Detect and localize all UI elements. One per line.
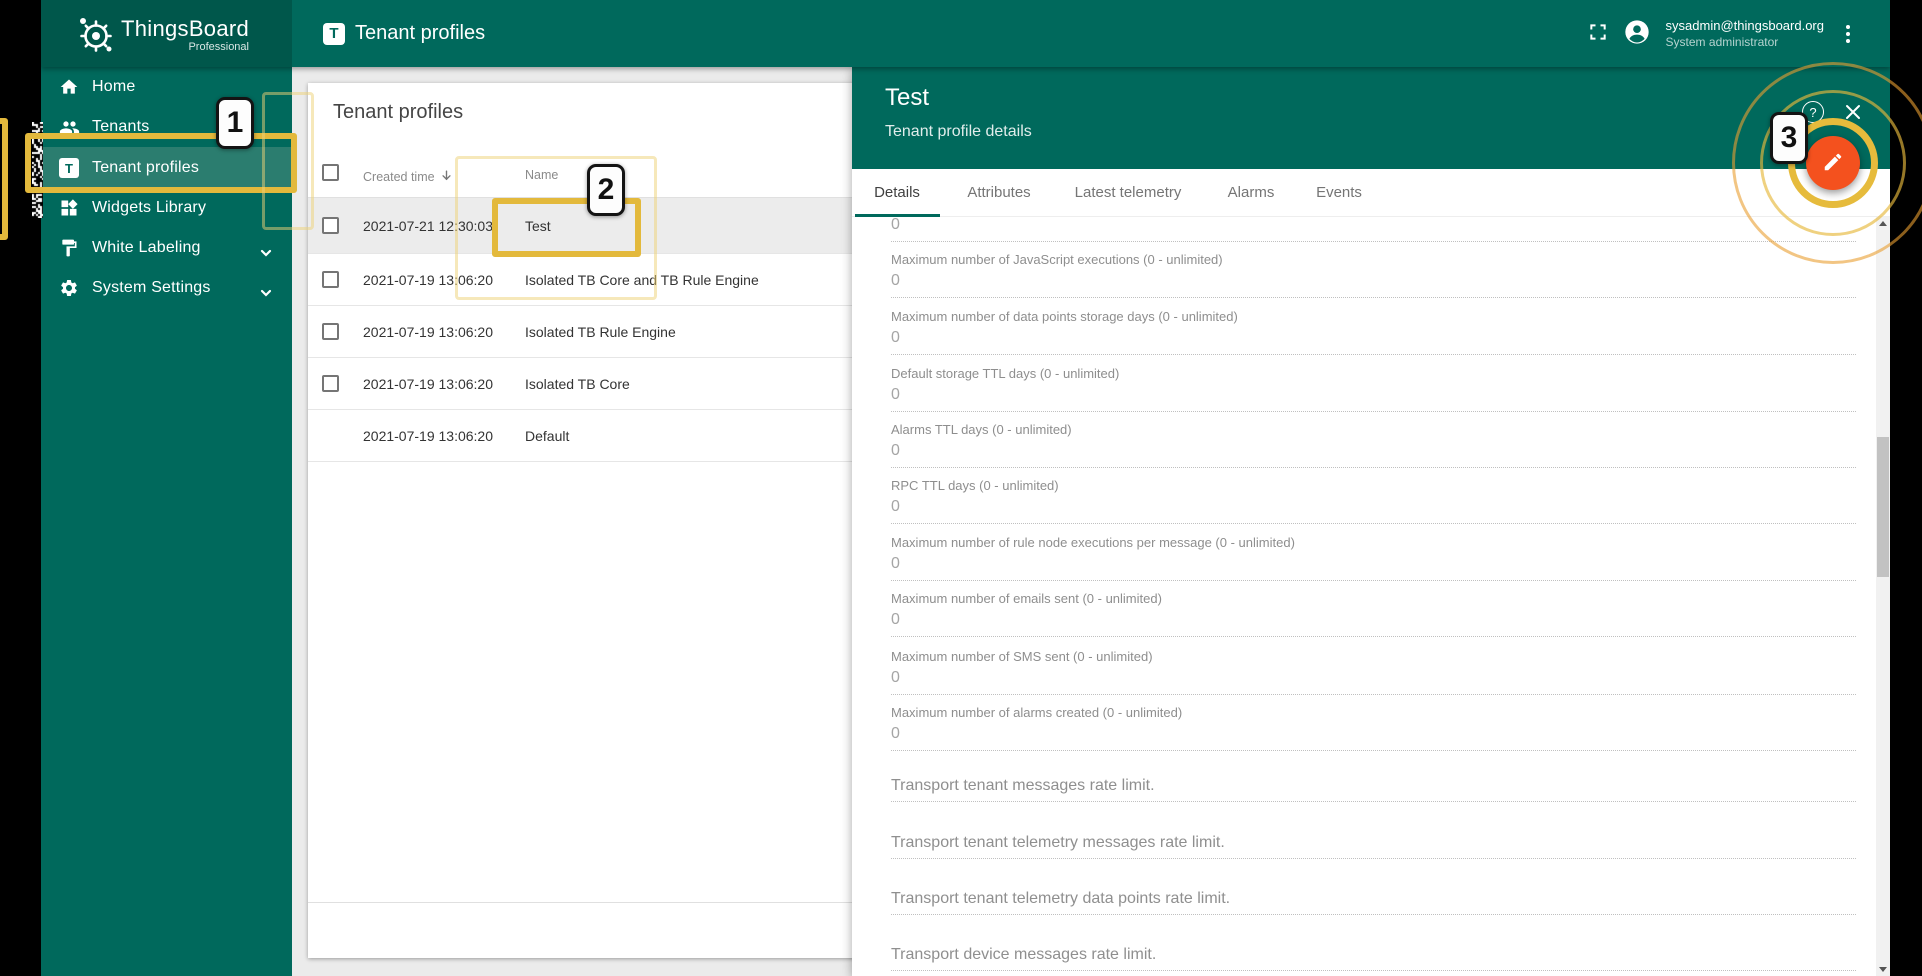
row-checkbox[interactable] <box>322 375 339 392</box>
field-partial: 0 <box>891 217 1856 242</box>
column-header-created-time[interactable]: Created time <box>363 168 454 186</box>
sidebar-item-white-labeling[interactable]: White Labeling <box>41 228 292 268</box>
tab-events[interactable]: Events <box>1316 184 1362 201</box>
field-transport-device-msg-rate: Transport device messages rate limit. <box>891 946 1856 971</box>
row-checkbox[interactable] <box>322 217 339 234</box>
sidebar-item-tenants[interactable]: Tenants <box>41 107 292 147</box>
edit-button[interactable] <box>1806 136 1860 190</box>
tenant-profiles-page-icon: T <box>323 22 345 45</box>
row-checkbox[interactable] <box>322 323 339 340</box>
field-max-js-executions: Maximum number of JavaScript executions … <box>891 252 1856 298</box>
user-avatar[interactable] <box>1621 18 1653 50</box>
fullscreen-button[interactable] <box>1581 17 1615 51</box>
sidebar-item-home[interactable]: Home <box>41 67 292 107</box>
field-max-emails-sent: Maximum number of emails sent (0 - unlim… <box>891 591 1856 637</box>
detail-form: 0 Maximum number of JavaScript execution… <box>852 217 1876 976</box>
more-menu-button[interactable] <box>1838 17 1858 51</box>
field-rpc-ttl: RPC TTL days (0 - unlimited) 0 <box>891 478 1856 524</box>
account-circle-icon <box>1623 18 1651 49</box>
tenant-profile-details-panel: Test Tenant profile details ? Details At… <box>852 67 1890 976</box>
pencil-icon <box>1822 151 1844 176</box>
page-title: Tenant profiles <box>355 22 486 44</box>
field-transport-tenant-telemetry-msg-rate: Transport tenant telemetry messages rate… <box>891 834 1856 859</box>
topbar: ThingsBoard Professional T Tenant profil… <box>41 0 1890 67</box>
chevron-down-icon <box>260 284 272 302</box>
field-max-datapoints-storage-days: Maximum number of data points storage da… <box>891 309 1856 355</box>
scrollbar-down-arrow[interactable] <box>1876 962 1890 976</box>
left-black-bar <box>0 0 41 976</box>
field-max-alarms-created: Maximum number of alarms created (0 - un… <box>891 705 1856 751</box>
help-button[interactable]: ? <box>1802 101 1824 123</box>
scrollbar-up-arrow[interactable] <box>1876 217 1890 231</box>
right-black-bar <box>1890 0 1922 976</box>
sidebar-item-system-settings[interactable]: System Settings <box>41 268 292 308</box>
user-info[interactable]: sysadmin@thingsboard.org System administ… <box>1666 17 1824 50</box>
sidebar: Home Tenants T Tenant profiles Widgets L… <box>41 67 292 976</box>
field-alarms-ttl: Alarms TTL days (0 - unlimited) 0 <box>891 422 1856 468</box>
field-transport-tenant-telemetry-datapoints-rate: Transport tenant telemetry data points r… <box>891 890 1856 915</box>
detail-subtitle: Tenant profile details <box>885 123 1032 140</box>
close-button[interactable] <box>1843 103 1863 123</box>
detail-title: Test <box>885 84 930 111</box>
detail-scrollbar[interactable] <box>1876 217 1890 976</box>
field-default-storage-ttl: Default storage TTL days (0 - unlimited)… <box>891 366 1856 412</box>
breadcrumb: T Tenant profiles <box>323 0 485 67</box>
widgets-icon <box>58 197 80 219</box>
home-icon <box>58 76 80 98</box>
fullscreen-icon <box>1588 22 1608 45</box>
tab-attributes[interactable]: Attributes <box>967 184 1030 201</box>
field-max-sms-sent: Maximum number of SMS sent (0 - unlimite… <box>891 649 1856 695</box>
column-header-name[interactable]: Name <box>525 168 558 182</box>
screenshot-root: ThingsBoard Professional T Tenant profil… <box>0 0 1922 976</box>
tab-latest-telemetry[interactable]: Latest telemetry <box>1075 184 1182 201</box>
logo-subtitle: Professional <box>188 41 249 53</box>
detail-tabs: Details Attributes Latest telemetry Alar… <box>852 169 1890 217</box>
sidebar-item-tenant-profiles[interactable]: T Tenant profiles <box>41 147 292 189</box>
kebab-menu-icon <box>1846 24 1850 43</box>
chevron-down-icon <box>260 244 272 262</box>
sort-arrow-down-icon <box>439 168 454 186</box>
close-icon <box>1844 105 1862 124</box>
logo-title: ThingsBoard <box>121 16 250 41</box>
tab-alarms[interactable]: Alarms <box>1228 184 1275 201</box>
select-all-checkbox[interactable] <box>322 164 339 181</box>
gear-icon <box>58 277 80 299</box>
tenants-icon <box>58 116 80 138</box>
scrollbar-thumb[interactable] <box>1877 437 1889 577</box>
tenant-profiles-icon: T <box>58 157 80 179</box>
field-max-rule-node-executions: Maximum number of rule node executions p… <box>891 535 1856 581</box>
thingsboard-logo-icon <box>73 11 117 62</box>
detail-header: Test Tenant profile details ? <box>852 67 1890 169</box>
table-title: Tenant profiles <box>333 101 464 123</box>
user-email: sysadmin@thingsboard.org <box>1665 18 1824 33</box>
field-transport-tenant-msg-rate: Transport tenant messages rate limit. <box>891 777 1856 802</box>
app-logo[interactable]: ThingsBoard Professional <box>41 0 292 67</box>
user-role: System administrator <box>1665 35 1779 49</box>
tab-details[interactable]: Details <box>874 184 920 201</box>
row-checkbox[interactable] <box>322 271 339 288</box>
paint-icon <box>58 237 80 259</box>
sidebar-item-widgets-library[interactable]: Widgets Library <box>41 188 292 228</box>
question-mark-icon: ? <box>1809 104 1817 120</box>
